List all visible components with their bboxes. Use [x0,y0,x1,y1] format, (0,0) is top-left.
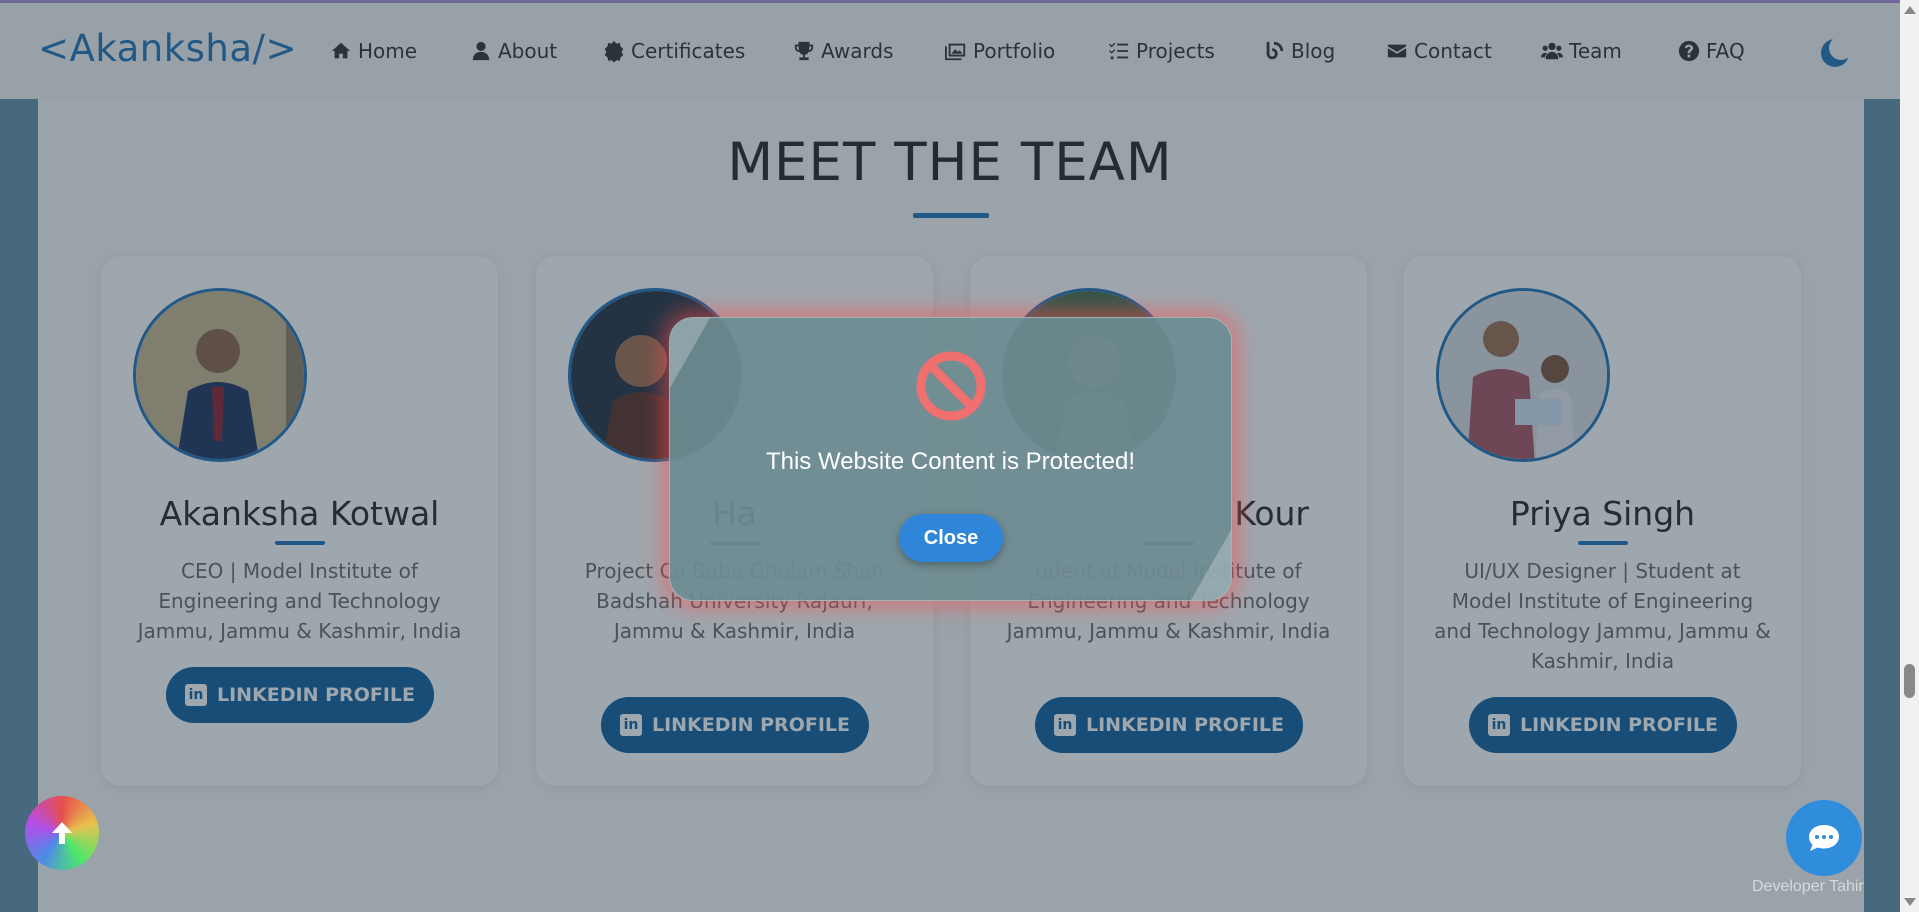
scroll-down-arrow[interactable] [1904,898,1916,906]
arrow-up-icon [52,822,72,844]
modal-message: This Website Content is Protected! [765,448,1136,475]
chat-bubble-icon [1809,825,1839,851]
close-button[interactable]: Close [899,514,1003,562]
modal-decoration [1191,530,1231,600]
protection-modal: This Website Content is Protected! Close [669,317,1232,601]
scroll-up-arrow[interactable] [1904,6,1916,14]
developer-credit[interactable]: Developer Tahir [1752,878,1864,896]
prohibited-icon [916,351,986,421]
scroll-to-top-button[interactable] [25,796,99,870]
modal-decoration [670,318,710,388]
chat-button[interactable] [1786,800,1862,876]
scrollbar-thumb[interactable] [1904,664,1915,698]
page-scrollbar[interactable] [1900,0,1919,912]
